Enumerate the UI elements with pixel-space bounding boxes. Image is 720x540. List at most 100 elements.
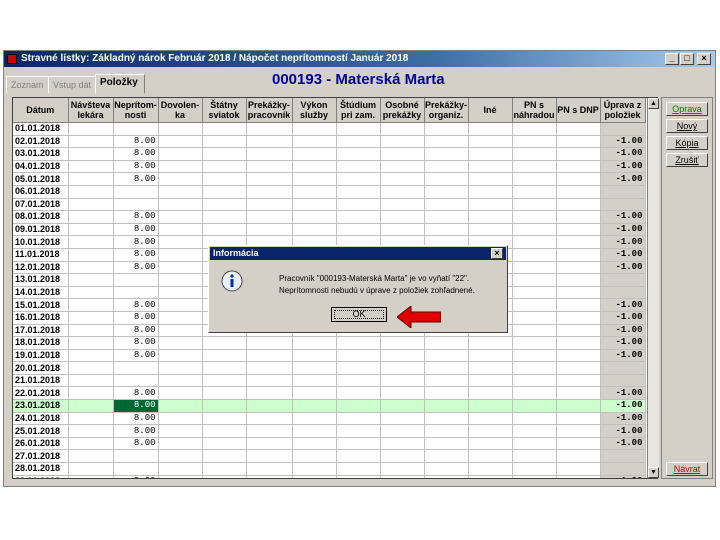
empty-cell[interactable] [556,147,601,161]
nepritomnosti-cell[interactable] [113,361,159,375]
nepritomnosti-cell[interactable]: 8.00 [113,298,159,312]
empty-cell[interactable] [246,172,293,186]
navrat-button[interactable]: Návrat [666,462,708,476]
empty-cell[interactable] [512,235,557,249]
empty-cell[interactable] [380,449,425,464]
empty-cell[interactable] [246,135,293,149]
table-row[interactable]: 06.01.2018 [13,185,646,199]
empty-cell[interactable] [468,449,513,464]
table-row[interactable]: 07.01.2018 [13,198,646,212]
table-row[interactable]: 26.01.2018 8.00 -1.00 [13,437,646,451]
date-cell[interactable]: 22.01.2018 [13,386,69,401]
empty-cell[interactable] [68,349,114,363]
date-cell[interactable]: 07.01.2018 [13,198,69,212]
empty-cell[interactable] [158,135,203,149]
nepritomnosti-cell[interactable] [113,462,159,476]
empty-cell[interactable] [158,198,203,212]
table-row[interactable]: 27.01.2018 [13,449,646,464]
date-cell[interactable]: 25.01.2018 [13,424,69,438]
uprava-cell[interactable]: -1.00 [600,336,646,350]
table-row[interactable]: 20.01.2018 [13,361,646,375]
empty-cell[interactable] [380,475,425,478]
empty-cell[interactable] [336,361,381,375]
date-cell[interactable]: 02.01.2018 [13,135,69,149]
empty-cell[interactable] [512,135,557,149]
empty-cell[interactable] [468,361,513,375]
empty-cell[interactable] [336,198,381,212]
empty-cell[interactable] [292,135,337,149]
empty-cell[interactable] [202,135,247,149]
empty-cell[interactable] [336,223,381,237]
column-header[interactable]: PN s náhradou [512,98,557,123]
uprava-cell[interactable]: -1.00 [600,399,646,413]
uprava-cell[interactable] [600,122,646,136]
empty-cell[interactable] [158,273,203,287]
empty-cell[interactable] [512,336,557,350]
scroll-down-icon[interactable]: ▼ [648,467,659,478]
table-row[interactable]: 19.01.2018 8.00 -1.00 [13,349,646,363]
table-row[interactable]: 21.01.2018 [13,374,646,388]
empty-cell[interactable] [424,147,469,161]
empty-cell[interactable] [556,475,601,478]
uprava-cell[interactable] [600,462,646,476]
uprava-cell[interactable]: -1.00 [600,324,646,338]
empty-cell[interactable] [158,286,203,300]
column-header[interactable]: Dovolen- ka [158,98,203,123]
date-cell[interactable]: 19.01.2018 [13,349,69,363]
empty-cell[interactable] [68,198,114,212]
empty-cell[interactable] [292,185,337,199]
empty-cell[interactable] [556,198,601,212]
empty-cell[interactable] [202,172,247,186]
tab-zoznam[interactable]: Zoznam [6,76,49,94]
empty-cell[interactable] [336,412,381,426]
empty-cell[interactable] [424,223,469,237]
empty-cell[interactable] [424,449,469,464]
nepritomnosti-cell[interactable] [113,122,159,136]
zrusit-button[interactable]: Zrušiť [666,153,708,167]
nepritomnosti-cell[interactable]: 8.00 [113,172,159,186]
empty-cell[interactable] [158,374,203,388]
empty-cell[interactable] [202,185,247,199]
empty-cell[interactable] [158,147,203,161]
nepritomnosti-cell[interactable]: 8.00 [113,336,159,350]
empty-cell[interactable] [68,160,114,174]
nepritomnosti-cell[interactable]: 8.00 [113,349,159,363]
empty-cell[interactable] [246,223,293,237]
empty-cell[interactable] [202,198,247,212]
empty-cell[interactable] [292,122,337,136]
empty-cell[interactable] [380,412,425,426]
empty-cell[interactable] [158,210,203,224]
uprava-cell[interactable]: -1.00 [600,412,646,426]
empty-cell[interactable] [246,361,293,375]
empty-cell[interactable] [512,449,557,464]
empty-cell[interactable] [68,147,114,161]
empty-cell[interactable] [158,399,203,413]
empty-cell[interactable] [158,475,203,478]
empty-cell[interactable] [336,449,381,464]
empty-cell[interactable] [556,210,601,224]
empty-cell[interactable] [556,122,601,136]
empty-cell[interactable] [246,374,293,388]
uprava-cell[interactable]: -1.00 [600,172,646,186]
empty-cell[interactable] [158,298,203,312]
empty-cell[interactable] [202,399,247,413]
date-cell[interactable]: 17.01.2018 [13,324,69,338]
empty-cell[interactable] [292,349,337,363]
empty-cell[interactable] [292,374,337,388]
empty-cell[interactable] [512,386,557,401]
empty-cell[interactable] [68,298,114,312]
empty-cell[interactable] [512,399,557,413]
empty-cell[interactable] [246,437,293,451]
uprava-cell[interactable]: -1.00 [600,475,646,478]
empty-cell[interactable] [512,261,557,275]
empty-cell[interactable] [556,261,601,275]
empty-cell[interactable] [512,198,557,212]
table-row[interactable]: 02.01.2018 8.00 -1.00 [13,135,646,149]
uprava-cell[interactable]: -1.00 [600,147,646,161]
empty-cell[interactable] [246,475,293,478]
empty-cell[interactable] [380,336,425,350]
empty-cell[interactable] [468,349,513,363]
uprava-cell[interactable]: -1.00 [600,261,646,275]
date-cell[interactable]: 06.01.2018 [13,185,69,199]
empty-cell[interactable] [246,185,293,199]
